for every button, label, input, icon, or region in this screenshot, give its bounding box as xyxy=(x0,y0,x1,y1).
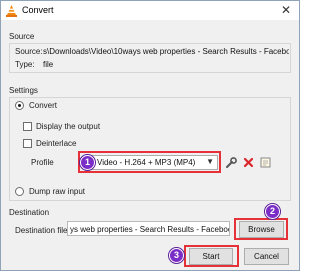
wrench-icon[interactable] xyxy=(225,156,238,169)
dump-raw-radio[interactable] xyxy=(15,187,24,196)
source-section-label: Source xyxy=(9,32,35,41)
destination-file-value: ys web properties - Search Results - Fac… xyxy=(70,225,229,234)
settings-group xyxy=(9,97,291,201)
source-path: s\Downloads\Video\10ways web properties … xyxy=(43,47,289,56)
highlight-browse xyxy=(234,218,288,240)
deinterlace-label: Deinterlace xyxy=(36,139,77,148)
vlc-cone-icon xyxy=(6,5,17,17)
deinterlace-checkbox[interactable] xyxy=(23,139,32,148)
step-badge-2: 2 xyxy=(265,204,280,219)
highlight-start xyxy=(184,245,239,267)
settings-section-label: Settings xyxy=(9,86,38,95)
cancel-button[interactable]: Cancel xyxy=(244,248,289,265)
type-value: file xyxy=(43,60,54,69)
new-profile-icon[interactable] xyxy=(259,156,272,169)
close-icon[interactable]: ✕ xyxy=(281,3,291,17)
convert-label: Convert xyxy=(29,101,58,110)
dump-raw-label: Dump raw input xyxy=(29,187,86,196)
highlight-profile xyxy=(78,151,221,173)
type-label: Type: xyxy=(15,60,35,69)
display-output-checkbox[interactable] xyxy=(23,122,32,131)
delete-profile-icon[interactable] xyxy=(242,156,255,169)
destination-section-label: Destination xyxy=(9,208,50,217)
destination-file-label: Destination file: xyxy=(15,226,70,235)
destination-file-input[interactable]: ys web properties - Search Results - Fac… xyxy=(67,221,230,236)
step-badge-1: 1 xyxy=(80,155,95,170)
source-label: Source: xyxy=(15,47,43,56)
window-title: Convert xyxy=(22,5,54,15)
title-bar: Convert ✕ xyxy=(1,1,299,20)
convert-dialog: Convert ✕ Source Source: s\Downloads\Vid… xyxy=(0,0,300,271)
profile-label: Profile xyxy=(31,158,54,167)
step-badge-3: 3 xyxy=(169,248,184,263)
convert-radio[interactable] xyxy=(15,101,24,110)
display-output-label: Display the output xyxy=(36,122,101,131)
